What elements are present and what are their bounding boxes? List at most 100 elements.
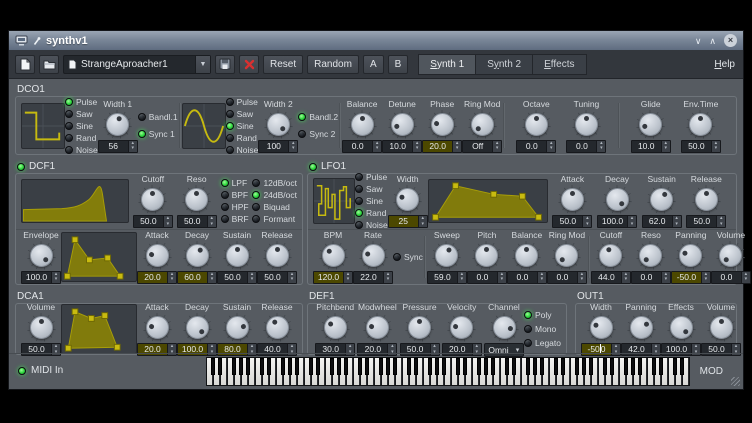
spin-down-button[interactable]: ▾ [498, 277, 506, 283]
spinbox-balance[interactable]: 0.0▴▾ [507, 271, 547, 284]
radio-sine[interactable]: Sine [355, 196, 388, 206]
piano-key-black[interactable] [484, 358, 488, 375]
tab-synth-2[interactable]: Synth 2 [476, 54, 533, 75]
piano-key-black[interactable] [330, 358, 334, 375]
spin-down-button[interactable]: ▾ [164, 222, 172, 228]
radio-sine[interactable]: Sine [226, 121, 259, 131]
knob-width-1[interactable] [103, 110, 132, 139]
knob-release[interactable] [263, 313, 292, 342]
filter-display[interactable] [21, 179, 129, 223]
spinbox-release[interactable]: 50.0▴▾ [686, 215, 726, 228]
spinbox-tuning[interactable]: 0.0▴▾ [566, 140, 606, 153]
spinbox-value[interactable]: 0.0 [343, 141, 372, 152]
knob-volume[interactable] [27, 313, 56, 342]
radio-pulse[interactable]: Pulse [226, 97, 259, 107]
spinbox-value[interactable]: 20.0 [138, 272, 167, 283]
radio-saw[interactable]: Saw [355, 184, 388, 194]
spinbox-balance[interactable]: 0.0▴▾ [342, 140, 382, 153]
piano-key-black[interactable] [505, 358, 509, 375]
random-button[interactable]: Random [307, 55, 359, 74]
knob-env-time[interactable] [686, 110, 715, 139]
knob-panning[interactable] [676, 241, 705, 270]
spinbox-value[interactable]: 100.0 [22, 272, 51, 283]
knob-decay[interactable] [183, 313, 212, 342]
spinbox-attack[interactable]: 20.0▴▾ [137, 271, 177, 284]
spin-down-button[interactable]: ▾ [583, 222, 591, 228]
maximize-button[interactable]: ∧ [709, 35, 716, 47]
toggle-sync-2[interactable]: Sync 2 [298, 129, 338, 139]
piano-key-black[interactable] [428, 358, 432, 375]
spinbox-width-2[interactable]: 100▴▾ [258, 140, 298, 153]
spinbox-attack[interactable]: 50.0▴▾ [552, 215, 592, 228]
tab-synth-1[interactable]: Synth 1 [418, 54, 476, 75]
spinbox-panning[interactable]: -50.0▴▾ [671, 271, 711, 284]
spin-down-button[interactable]: ▾ [384, 277, 392, 283]
spin-down-button[interactable]: ▾ [578, 277, 586, 283]
knob-release[interactable] [263, 241, 292, 270]
lfo1-led[interactable] [309, 163, 317, 171]
amp-envelope-display[interactable] [61, 304, 137, 354]
radio-noise[interactable]: Noise [65, 145, 98, 155]
spinbox-value[interactable]: 0.0 [567, 141, 596, 152]
radio-mono[interactable]: Mono [524, 324, 561, 334]
spin-down-button[interactable]: ▾ [597, 146, 605, 152]
compare-a-button[interactable]: A [363, 55, 384, 74]
spinbox-envelope[interactable]: 100.0▴▾ [21, 271, 61, 284]
spin-down-button[interactable]: ▾ [673, 222, 681, 228]
piano-key-black[interactable] [309, 358, 313, 375]
radio-saw[interactable]: Saw [226, 109, 259, 119]
radio-lpf[interactable]: LPF [221, 178, 249, 188]
spinbox-glide[interactable]: 10.0▴▾ [631, 140, 671, 153]
piano-key-black[interactable] [652, 358, 656, 375]
dcf1-led[interactable] [17, 163, 25, 171]
piano-key-black[interactable] [358, 358, 362, 375]
spinbox-value[interactable]: 50.0 [258, 272, 287, 283]
spinbox-sustain[interactable]: 50.0▴▾ [217, 271, 257, 284]
knob-width[interactable] [587, 313, 616, 342]
knob-panning[interactable] [627, 313, 656, 342]
spinbox-sweep[interactable]: 59.0▴▾ [427, 271, 467, 284]
titlebar[interactable]: synthv1 ∨ ∧ × [9, 31, 743, 50]
knob-octave[interactable] [522, 110, 551, 139]
spin-down-button[interactable]: ▾ [413, 146, 421, 152]
spin-down-button[interactable]: ▾ [622, 277, 630, 283]
new-preset-button[interactable] [15, 55, 35, 74]
knob-envelope[interactable] [27, 241, 56, 270]
spin-down-button[interactable]: ▾ [453, 146, 461, 152]
piano-key-black[interactable] [561, 358, 565, 375]
spinbox-value[interactable]: 25 [389, 216, 418, 227]
piano-key-black[interactable] [491, 358, 495, 375]
piano-key-black[interactable] [463, 358, 467, 375]
spin-down-button[interactable]: ▾ [717, 222, 725, 228]
spinbox-value[interactable]: 0.0 [508, 272, 537, 283]
spinbox-ring-mod[interactable]: 0.0▴▾ [547, 271, 587, 284]
spinbox-reso[interactable]: 0.0▴▾ [631, 271, 671, 284]
piano-key-black[interactable] [575, 358, 579, 375]
close-button[interactable]: × [724, 34, 737, 47]
spinbox-env-time[interactable]: 50.0▴▾ [681, 140, 721, 153]
knob-reso[interactable] [636, 241, 665, 270]
knob-reso[interactable] [182, 185, 211, 214]
spinbox-value[interactable]: -50.0 [672, 272, 701, 283]
piano-key-black[interactable] [337, 358, 341, 375]
knob-bpm[interactable] [319, 241, 348, 270]
knob-glide[interactable] [636, 110, 665, 139]
spinbox-value[interactable]: 0.0 [468, 272, 497, 283]
mod-label[interactable]: MOD [700, 366, 723, 377]
radio-bpf[interactable]: BPF [221, 190, 249, 200]
spinbox-value[interactable]: 50.0 [218, 272, 247, 283]
piano-key-black[interactable] [610, 358, 614, 375]
piano-key-black[interactable] [281, 358, 285, 375]
spinbox-phase[interactable]: 20.0▴▾ [422, 140, 462, 153]
knob-width[interactable] [393, 185, 422, 214]
radio-12db-oct[interactable]: 12dB/oct [252, 178, 297, 188]
radio-rand[interactable]: Rand [355, 208, 388, 218]
spinbox-value[interactable]: 0.0 [548, 272, 577, 283]
spin-down-button[interactable]: ▾ [662, 146, 670, 152]
spinbox-decay[interactable]: 100.0▴▾ [597, 215, 637, 228]
piano-key-black[interactable] [533, 358, 537, 375]
spinbox-volume[interactable]: 0.0▴▾ [711, 271, 751, 284]
spinbox-value[interactable]: 0.0 [632, 272, 661, 283]
spinbox-value[interactable]: 60.0 [178, 272, 207, 283]
spin-down-button[interactable]: ▾ [419, 222, 427, 228]
